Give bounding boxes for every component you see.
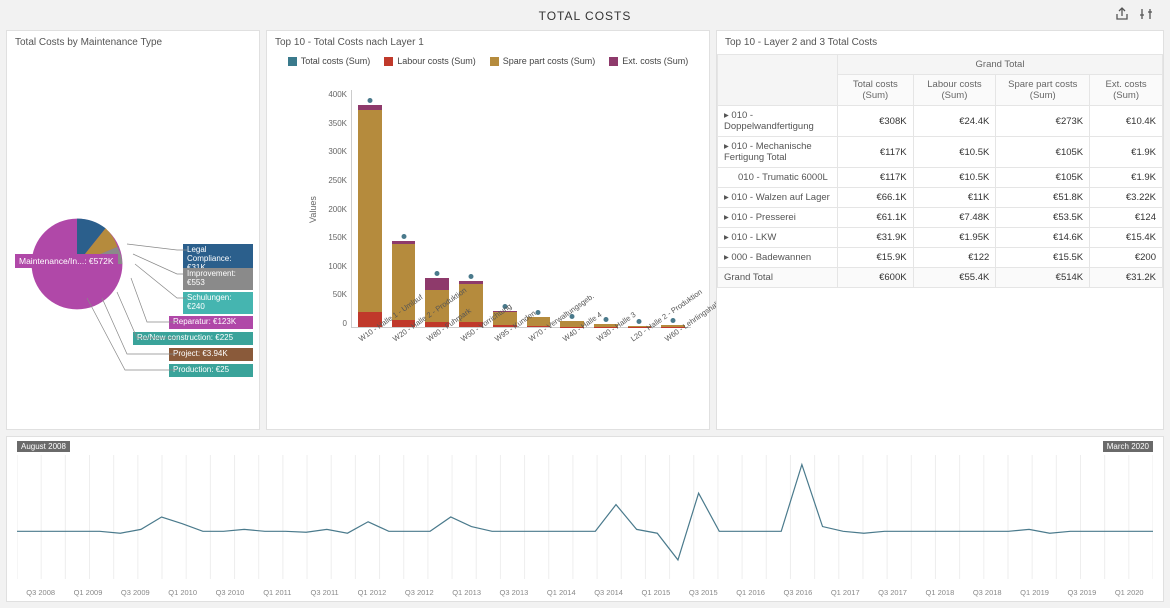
legend-spare[interactable]: Spare part costs (Sum): [490, 56, 596, 66]
x-label: W10 - Halle 1 - Umlauf: [357, 322, 403, 373]
share-icon[interactable]: [1114, 6, 1130, 22]
data-table[interactable]: Grand TotalTotal costs (Sum)Labour costs…: [717, 54, 1163, 288]
header-actions: [1114, 6, 1154, 22]
timeline-start-badge: August 2008: [17, 441, 70, 452]
bar-title: Top 10 - Total Costs nach Layer 1: [267, 31, 709, 54]
timeline-chart: [17, 455, 1153, 579]
pie-chart[interactable]: Maintenance/In...: €572K Legal Complianc…: [7, 54, 259, 414]
legend-ext[interactable]: Ext. costs (Sum): [609, 56, 688, 66]
pie-title: Total Costs by Maintenance Type: [7, 31, 259, 54]
x-label: W40 - Halle 4: [561, 322, 607, 373]
dashboard-root: TOTAL COSTS Total Costs by Maintenance T…: [0, 0, 1170, 608]
page-title: TOTAL COSTS: [539, 9, 632, 23]
table-title: Top 10 - Layer 2 and 3 Total Costs: [717, 31, 1163, 54]
table-row[interactable]: ▸ 010 - Presserei€61.1K€7.48K€53.5K€124: [718, 208, 1163, 228]
bar-legend: Total costs (Sum) Labour costs (Sum) Spare…: [267, 54, 709, 68]
table-row[interactable]: ▸ 010 - Walzen auf Lager€66.1K€11K€51.8K…: [718, 188, 1163, 208]
pie-label-renew: Re/New construction: €225: [133, 332, 253, 345]
legend-labour[interactable]: Labour costs (Sum): [384, 56, 476, 66]
timeline-axis: Q3 2008Q1 2009Q3 2009Q1 2010Q3 2010Q1 20…: [17, 588, 1153, 597]
grand-total-row: Grand Total€600K€55.4K€514K€31.2K: [718, 268, 1163, 288]
timeline-end-badge: March 2020: [1103, 441, 1153, 452]
x-label: W70 - Verwaltungsgeb.: [527, 322, 573, 373]
pie-label-improvement: Improvement: €553: [183, 268, 253, 290]
table-row[interactable]: ▸ 010 - LKW€31.9K€1.95K€14.6K€15.4K: [718, 228, 1163, 248]
y-ticks: 050K100K150K200K250K300K350K400K: [321, 90, 347, 328]
bar-0[interactable]: [358, 105, 382, 327]
x-label: W80 - Fuhrpark: [425, 322, 471, 373]
pie-label-project: Project: €3.94K: [169, 348, 253, 361]
table-row[interactable]: 010 - Trumatic 6000L€117K€10.5K€105K€1.9…: [718, 168, 1163, 188]
table-panel: Top 10 - Layer 2 and 3 Total Costs Grand…: [716, 30, 1164, 430]
table-row[interactable]: ▸ 000 - Badewannen€15.9K€122€15.5K€200: [718, 248, 1163, 268]
pie-label-reparatur: Reparatur: €123K: [169, 316, 253, 329]
page-header: TOTAL COSTS: [6, 6, 1164, 26]
pie-panel: Total Costs by Maintenance Type Maintena…: [6, 30, 260, 430]
x-label: W30 - Halle 3: [595, 322, 641, 373]
x-label: W50 - Vorrichtung: [459, 322, 505, 373]
x-label: W95 - Kunden: [493, 322, 539, 373]
table-row[interactable]: ▸ 010 - Doppelwandfertigung€308K€24.4K€2…: [718, 106, 1163, 137]
legend-total[interactable]: Total costs (Sum): [288, 56, 371, 66]
y-axis-label: Values: [308, 196, 318, 223]
table-row[interactable]: ▸ 010 - Mechanische Fertigung Total€117K…: [718, 137, 1163, 168]
pie-label-schulungen: Schulungen: €240: [183, 292, 253, 314]
pie-label-maintenance: Maintenance/In...: €572K: [15, 254, 118, 268]
x-labels: W10 - Halle 1 - UmlaufW20 - Halle 2 - Pr…: [351, 330, 691, 376]
x-label: W60 - Lehrlingshalle: [663, 322, 709, 373]
top-row: Total Costs by Maintenance Type Maintena…: [6, 30, 1164, 430]
x-label: W20 - Halle 2 - Produktion: [391, 322, 437, 373]
bar-panel: Top 10 - Total Costs nach Layer 1 Total …: [266, 30, 710, 430]
timeline-svg: [17, 455, 1153, 579]
bar-chart[interactable]: Values 050K100K150K200K250K300K350K400K …: [307, 68, 699, 378]
pie-label-production: Production: €25: [169, 364, 253, 377]
x-label: L20 - Halle 2 - Produktion: [629, 322, 675, 373]
bar-plot: [351, 90, 691, 328]
settings-icon[interactable]: [1138, 6, 1154, 22]
timeline-panel[interactable]: August 2008 March 2020 Q3 2008Q1 2009Q3 …: [6, 436, 1164, 602]
